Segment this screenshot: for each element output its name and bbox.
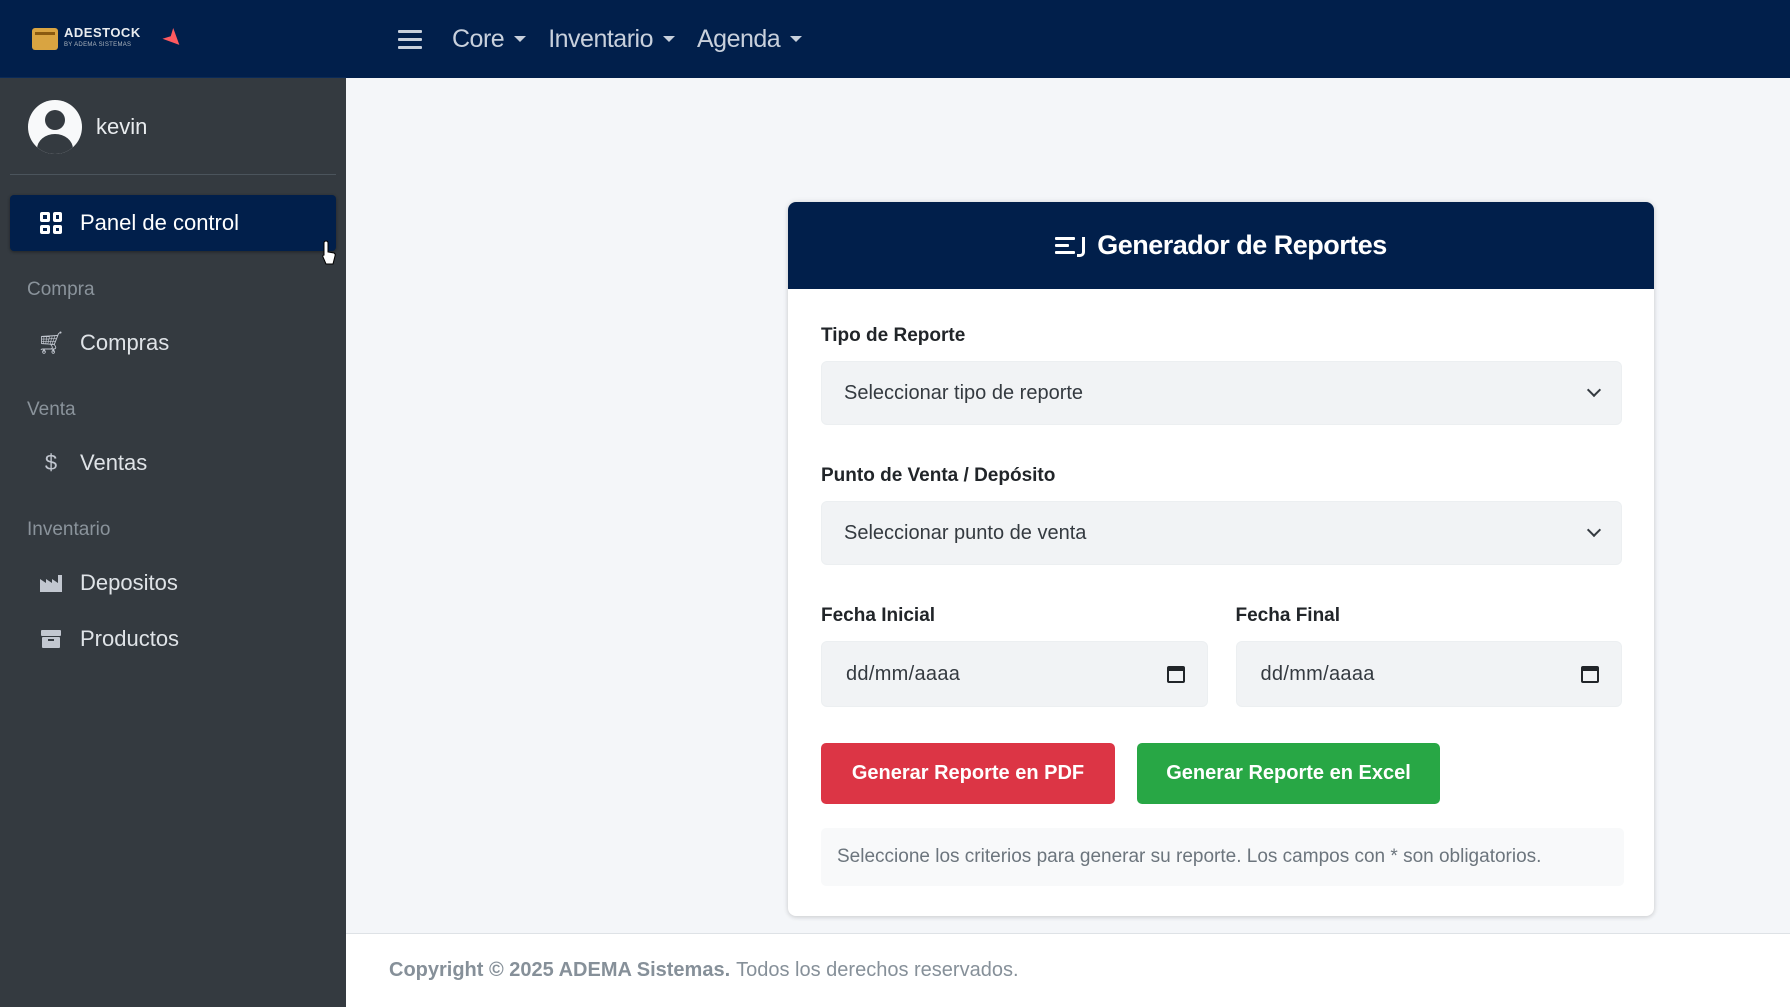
box-icon [38,629,64,649]
brand[interactable]: ADESTOCK BY ADEMA SISTEMAS ➤ [0,0,346,78]
fecha-final-placeholder: dd/mm/aaaa [1260,662,1375,685]
sidebar-item-label: Productos [80,626,180,651]
menu-inventario[interactable]: Inventario [548,25,675,54]
tipo-reporte-value: Seleccionar tipo de reporte [844,381,1084,404]
hamburger-menu-icon[interactable] [398,29,422,49]
punto-venta-label: Punto de Venta / Depósito [821,465,1056,486]
tipo-reporte-select[interactable]: Seleccionar tipo de reporte [821,361,1622,425]
caret-down-icon [662,36,675,42]
report-list-icon [1055,237,1086,257]
menu-agenda[interactable]: Agenda [696,24,803,54]
generate-pdf-button[interactable]: Generar Reporte en PDF [821,743,1115,804]
user-avatar-icon [28,100,82,154]
sidebar-header-compra: Compra [27,279,95,300]
sidebar-item-depositos[interactable]: Depositos [10,555,336,611]
fecha-inicial-placeholder: dd/mm/aaaa [846,662,961,685]
punto-venta-select[interactable]: Seleccionar punto de venta [821,501,1622,565]
cart-icon: 🛒︎ [37,330,65,355]
report-generator-card: Generador de Reportes Tipo de Reporte Se… [788,202,1654,916]
date-row: Fecha Inicial dd/mm/aaaa Fecha Final dd/… [821,605,1622,707]
card-title: Generador de Reportes [1097,230,1387,260]
footer-copyright: Copyright © 2025 ADEMA Sistemas. [389,959,731,981]
brand-name: ADESTOCK [64,24,141,40]
button-row: Generar Reporte en PDF Generar Reporte e… [821,743,1622,804]
calendar-icon[interactable] [1581,665,1599,683]
menu-label: Core [452,24,505,53]
fecha-final-label: Fecha Final [1235,605,1341,626]
menu-label: Inventario [548,24,653,53]
fecha-final-input[interactable]: dd/mm/aaaa [1235,641,1622,707]
warehouse-icon [38,573,64,593]
user-panel[interactable]: kevin [10,78,336,175]
top-navbar: Core Inventario Agenda [346,0,1790,78]
sidebar-item-compras[interactable]: 🛒︎ Compras [10,315,336,371]
punto-venta-value: Seleccionar punto de venta [844,521,1087,544]
sidebar-header-venta: Venta [27,399,76,420]
footer-rights: Todos los derechos reservados. [736,959,1019,981]
chevron-down-icon [1586,522,1602,538]
chevron-down-icon [1586,382,1602,398]
sidebar-item-label: Depositos [80,570,178,595]
card-body: Tipo de Reporte Seleccionar tipo de repo… [788,289,1654,886]
sidebar-item-label: Compras [80,330,170,355]
footer: Copyright © 2025 ADEMA Sistemas. Todos l… [346,933,1790,1007]
calendar-icon[interactable] [1166,665,1185,683]
hand-cursor-icon [322,240,336,265]
tipo-reporte-label: Tipo de Reporte [821,325,966,346]
dashboard-grid-icon [38,212,64,234]
sidebar-item-label: Panel de control [80,210,239,235]
caret-down-icon [514,36,527,42]
rocket-icon: ➤ [156,21,190,56]
card-header: Generador de Reportes [788,202,1654,289]
fecha-inicial-label: Fecha Inicial [821,605,936,626]
main-content: Generador de Reportes Tipo de Reporte Se… [346,78,1790,933]
sidebar: ADESTOCK BY ADEMA SISTEMAS ➤ kevin Panel… [0,0,346,1007]
generate-excel-button[interactable]: Generar Reporte en Excel [1137,743,1440,804]
sidebar-item-productos[interactable]: Productos [10,611,336,667]
sidebar-item-label: Ventas [80,450,148,475]
fecha-inicial-input[interactable]: dd/mm/aaaa [821,641,1208,707]
help-text: Seleccione los criterios para generar su… [821,828,1624,886]
brand-logo: ADESTOCK BY ADEMA SISTEMAS [32,24,141,51]
sidebar-header-inventario: Inventario [27,519,111,540]
caret-down-icon [790,36,803,42]
brand-tagline: BY ADEMA SISTEMAS [64,41,132,48]
menu-core[interactable]: Core [452,24,527,54]
sidebar-item-panel-de-control[interactable]: Panel de control [10,195,336,251]
menu-label: Agenda [696,24,781,53]
user-name[interactable]: kevin [96,114,147,140]
sidebar-nav: Panel de control Compra 🛒︎ Compras Venta… [0,175,346,667]
box-logo-icon [32,27,58,50]
sidebar-item-ventas[interactable]: $ Ventas [10,435,336,491]
dollar-icon: $ [44,450,58,475]
